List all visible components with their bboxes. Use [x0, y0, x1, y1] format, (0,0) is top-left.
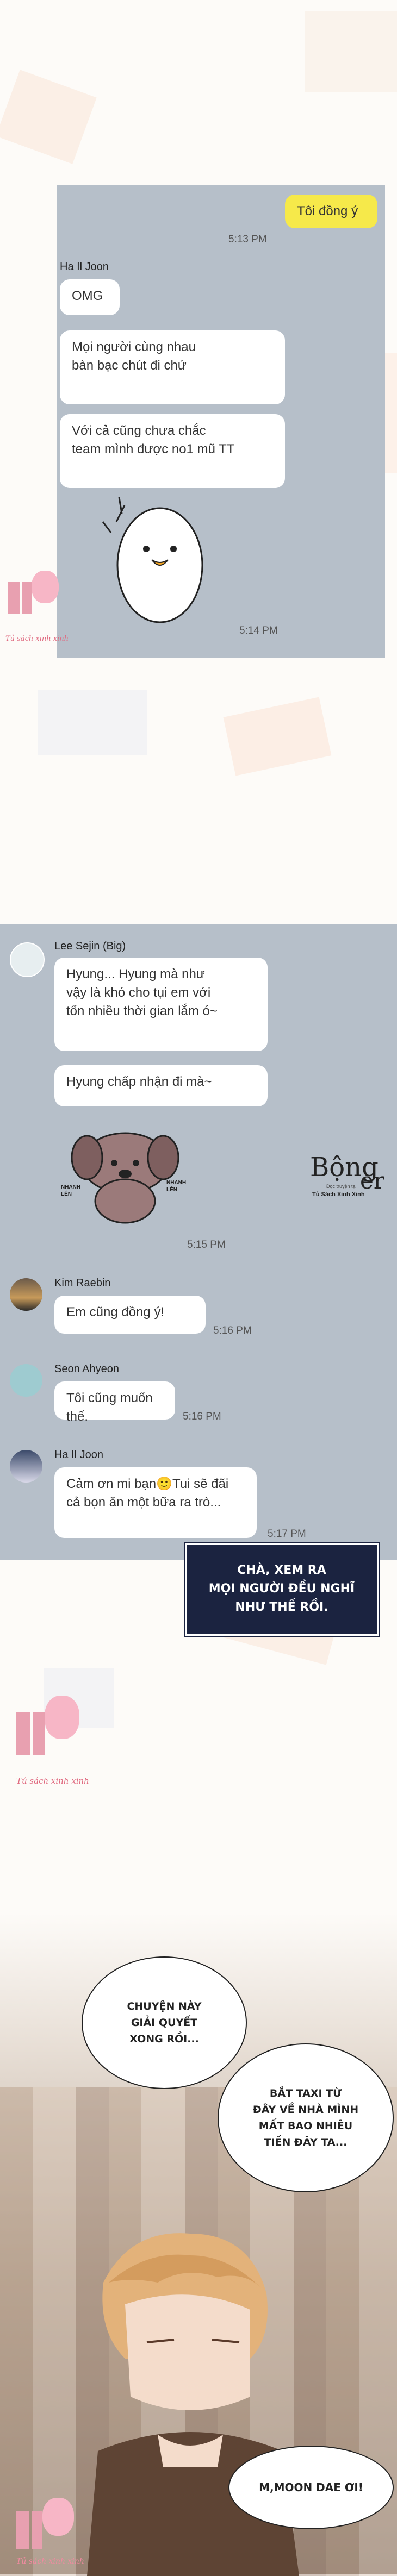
- sender-name: Lee Sejin (Big): [54, 940, 126, 952]
- panel-gap: [0, 815, 397, 924]
- speech-bubble: BẮT TAXI TỪ ĐÂY VỀ NHÀ MÌNH MẤT BAO NHIÊ…: [218, 2043, 394, 2192]
- logo-subtitle-2: Tủ Sách Xinh Xinh: [312, 1191, 365, 1198]
- message-bubble: Em cũng đồng ý!: [54, 1296, 206, 1334]
- message-time: 5:17 PM: [268, 1528, 306, 1540]
- site-logo: Bộng er Đọc truyện tại Tủ Sách Xinh Xinh: [305, 1152, 392, 1217]
- avatar: [10, 1364, 42, 1397]
- sender-name: Kim Raebin: [54, 1277, 111, 1289]
- message-time: 5:14 PM: [239, 625, 278, 636]
- sticker-text: NHANH LÊN: [166, 1180, 187, 1193]
- message-bubble: Hyung... Hyung mà như vậy là khó cho tụi…: [54, 958, 268, 1051]
- duck-sticker: [102, 497, 203, 623]
- avatar: [10, 942, 45, 977]
- message-bubble: Tôi cũng muốn thế.: [54, 1381, 175, 1424]
- decor-shape: [305, 11, 397, 92]
- sender-name: Seon Ahyeon: [54, 1363, 119, 1375]
- sender-name: Ha Il Joon: [54, 1449, 104, 1461]
- message-bubble: Với cả cũng chưa chắc team mình được no1…: [60, 414, 285, 488]
- sticker-text: NHANH LÊN: [61, 1184, 81, 1197]
- avatar: [10, 1278, 42, 1311]
- chat-screen-2: Lee Sejin (Big) Hyung... Hyung mà như vậ…: [0, 924, 397, 1560]
- decor-shape: [38, 690, 147, 755]
- chat-screen-1: Tôi đồng ý 5:13 PM Ha Il Joon OMG Mọi ng…: [57, 185, 385, 658]
- watermark-text: Tủ sách xinh xinh: [16, 2557, 84, 2566]
- message-bubble: Cảm ơn mi bạn🙂Tui sẽ đãi cả bọn ăn một b…: [54, 1467, 257, 1538]
- narration-box: CHÀ, XEM RA MỌI NGƯỜI ĐỀU NGHĨ NHƯ THẾ R…: [185, 1543, 379, 1636]
- message-bubble: Hyung chấp nhận đi mà~: [54, 1065, 268, 1106]
- decor-shape: [0, 70, 97, 164]
- message-bubble: Mọi người cùng nhau bàn bạc chút đi chứ: [60, 330, 285, 404]
- speech-bubble: M,MOON DAE ƠI!: [228, 2446, 394, 2529]
- dog-sticker: [71, 1132, 179, 1224]
- message-time: 5:13 PM: [228, 234, 267, 245]
- my-message-bubble: Tôi đồng ý: [285, 195, 377, 228]
- logo-title-2: er: [360, 1167, 384, 1194]
- logo-subtitle: Đọc truyện tại: [326, 1184, 357, 1189]
- watermark-text: Tủ sách xinh xinh: [16, 1776, 89, 1786]
- watermark-cat-logo: [16, 2494, 76, 2554]
- message-time: 5:16 PM: [213, 1325, 252, 1336]
- message-time: 5:16 PM: [183, 1411, 221, 1422]
- message-time: 5:15 PM: [187, 1239, 226, 1251]
- watermark-cat-logo: [16, 1690, 82, 1772]
- avatar: [10, 1450, 42, 1483]
- speech-bubble: CHUYỆN NÀY GIẢI QUYẾT XONG RỒI...: [82, 1956, 247, 2089]
- watermark-text: Tủ sách xinh xinh: [5, 635, 69, 643]
- message-bubble: OMG: [60, 279, 120, 315]
- sender-name: Ha Il Joon: [60, 261, 109, 273]
- decor-shape: [223, 697, 332, 776]
- watermark-cat-logo: [8, 565, 59, 625]
